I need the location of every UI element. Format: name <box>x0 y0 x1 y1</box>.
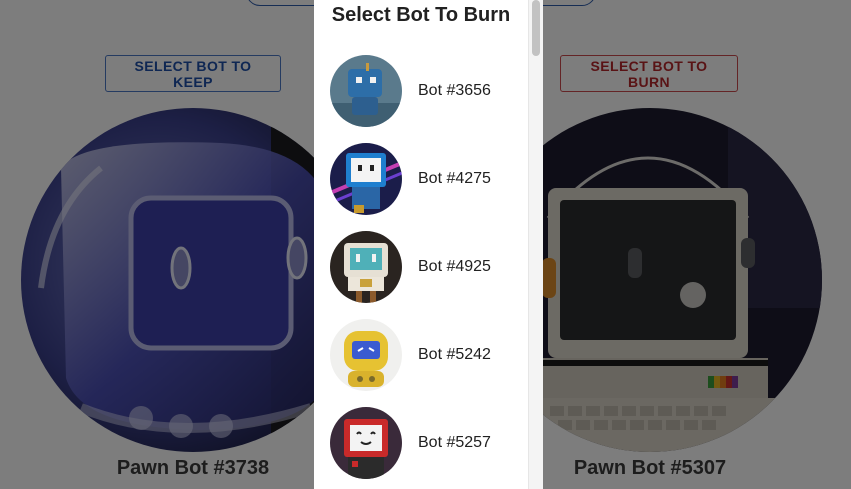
bot-avatar <box>330 143 402 215</box>
bot-avatar <box>330 319 402 391</box>
bot-list-item-label: Bot #4925 <box>418 258 491 275</box>
bot-list-item[interactable]: Bot #5242 <box>314 311 528 399</box>
bot-list-item-label: Bot #3656 <box>418 82 491 99</box>
bot-list-item-label: Bot #4275 <box>418 170 491 187</box>
select-bot-drawer: Select Bot To Burn Bot #3656 Bot #4275 B… <box>314 0 543 489</box>
bot-list-item[interactable]: Bot #4275 <box>314 135 528 223</box>
bot-list-item[interactable]: Bot #5257 <box>314 399 528 487</box>
bot-list: Bot #3656 Bot #4275 Bot #4925 Bot #5242 … <box>314 47 528 487</box>
drawer-scrollbar[interactable] <box>528 0 543 489</box>
drawer-scrollbar-thumb[interactable] <box>532 0 540 56</box>
bot-avatar <box>330 407 402 479</box>
drawer-title: Select Bot To Burn <box>331 4 511 26</box>
bot-list-item-label: Bot #5242 <box>418 346 491 363</box>
bot-list-item-label: Bot #5257 <box>418 434 491 451</box>
bot-list-item[interactable]: Bot #4925 <box>314 223 528 311</box>
bot-avatar <box>330 231 402 303</box>
bot-list-item[interactable]: Bot #3656 <box>314 47 528 135</box>
bot-avatar <box>330 55 402 127</box>
